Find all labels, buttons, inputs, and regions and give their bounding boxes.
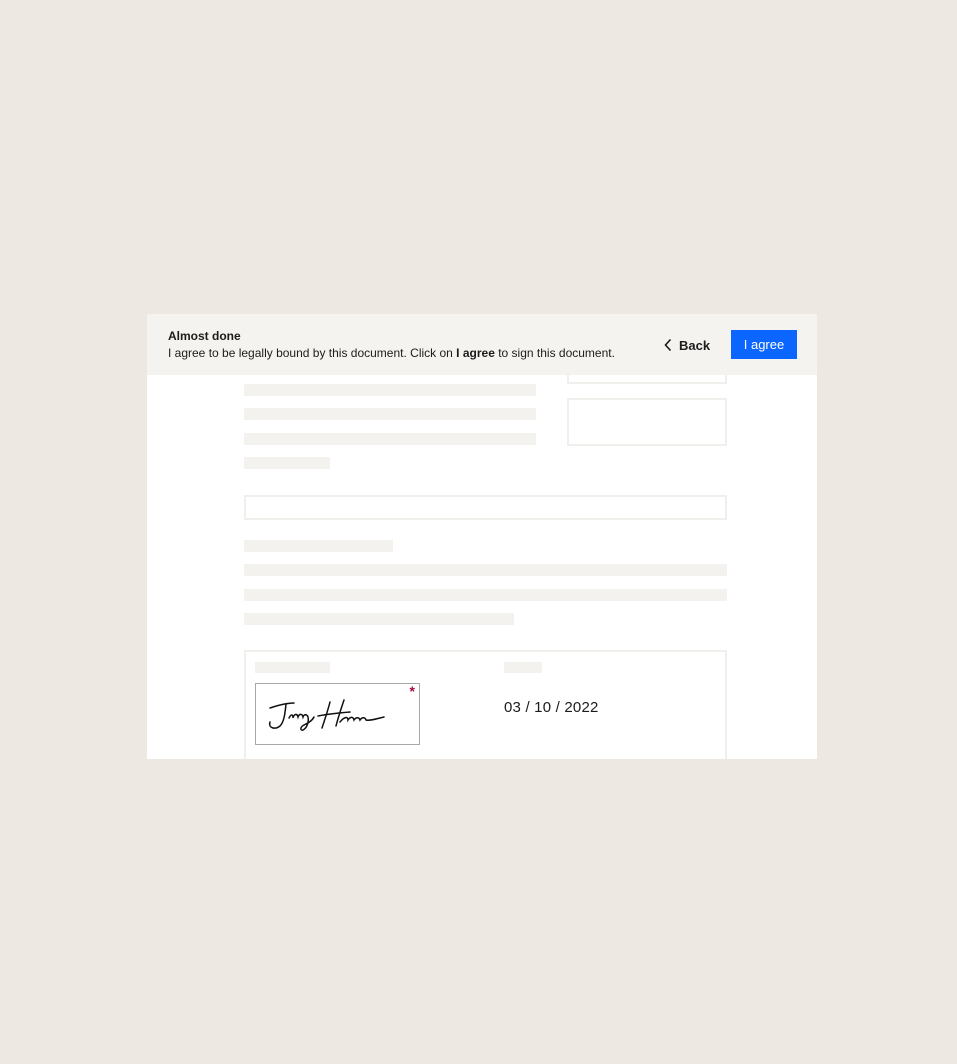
banner-message-bold: I agree [456, 346, 495, 360]
consent-banner: Almost done I agree to be legally bound … [147, 314, 817, 375]
handwritten-signature [268, 699, 385, 731]
back-button[interactable]: Back [663, 334, 710, 356]
text-placeholder-line [244, 589, 727, 601]
required-marker: * [409, 683, 415, 699]
chevron-left-icon [663, 338, 673, 352]
document-card: Almost done I agree to be legally bound … [147, 314, 817, 759]
text-placeholder-line [244, 433, 536, 445]
banner-message: I agree to be legally bound by this docu… [168, 346, 615, 360]
document-field-box [567, 398, 727, 446]
text-placeholder-line [244, 457, 330, 469]
signing-date: 03 / 10 / 2022 [504, 699, 599, 716]
banner-message-suffix: to sign this document. [494, 346, 615, 360]
signature-label-placeholder [255, 662, 330, 673]
text-placeholder-line [244, 540, 393, 552]
document-wide-field [244, 495, 727, 520]
date-label-placeholder [504, 662, 542, 673]
text-placeholder-line [244, 384, 536, 396]
text-placeholder-line [244, 408, 536, 420]
text-placeholder-line [244, 564, 727, 576]
signature-field[interactable]: * [255, 683, 420, 745]
text-placeholder-line [244, 613, 514, 625]
banner-message-prefix: I agree to be legally bound by this docu… [168, 346, 457, 360]
i-agree-button[interactable]: I agree [731, 330, 797, 359]
banner-title: Almost done [168, 329, 241, 343]
back-button-label: Back [679, 337, 711, 353]
